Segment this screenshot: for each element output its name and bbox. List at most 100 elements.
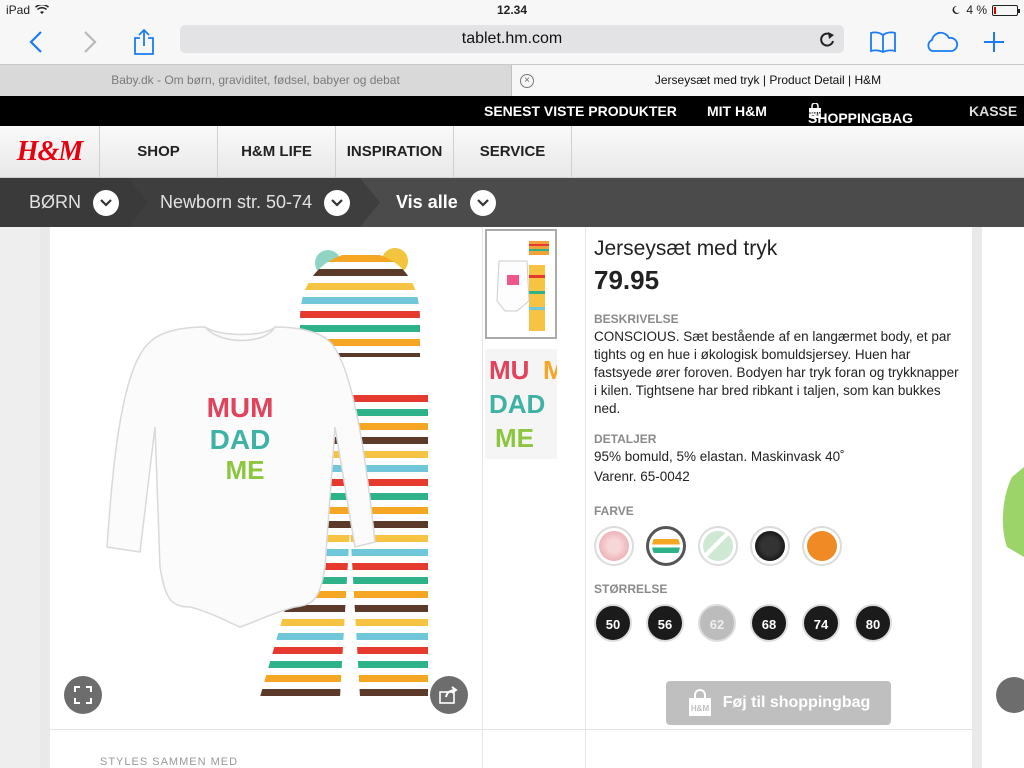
color-swatch-black[interactable]: [750, 526, 790, 566]
breadcrumb-label: BØRN: [29, 192, 82, 212]
recently-viewed-link[interactable]: SENEST VISTE PRODUKTER: [484, 103, 677, 119]
forward-icon: [84, 31, 97, 53]
styles-with-heading: STYLES SAMMEN MED: [100, 756, 239, 768]
bookmarks-button[interactable]: [867, 26, 899, 58]
expand-icon[interactable]: [996, 677, 1024, 713]
close-tab-icon[interactable]: ×: [520, 74, 534, 88]
color-swatch-mint[interactable]: [698, 526, 738, 566]
nav-hm-life[interactable]: H&M LIFE: [218, 126, 336, 177]
share-icon: [134, 28, 154, 55]
thumbnail-outfit[interactable]: [485, 229, 557, 339]
fullscreen-button[interactable]: [64, 676, 102, 714]
svg-text:ME: ME: [495, 423, 534, 453]
bookmarks-icon: [870, 31, 896, 53]
new-tab-button[interactable]: [978, 26, 1010, 58]
breadcrumb-label: Vis alle: [396, 192, 458, 212]
size-option-62: 62: [698, 604, 736, 642]
chevron-down-icon[interactable]: [324, 189, 351, 216]
address-bar[interactable]: tablet.hm.com: [180, 25, 844, 53]
size-options: 50 56 62 68 74 80: [594, 604, 964, 642]
chevron-down-icon[interactable]: [93, 189, 120, 216]
breadcrumb-separator: [360, 178, 380, 227]
add-to-bag-button[interactable]: H&M Føj til shoppingbag: [666, 681, 891, 725]
tab-baby-dk[interactable]: Baby.dk - Om børn, graviditet, fødsel, b…: [0, 65, 512, 97]
new-tab-icon: [984, 32, 1004, 52]
thumbnail-print-closeup[interactable]: MU M DAD ME: [485, 349, 565, 459]
product-price: 79.95: [594, 265, 660, 295]
chevron-down-icon[interactable]: [469, 189, 496, 216]
print-me: ME: [226, 455, 265, 485]
color-swatch-multistripe[interactable]: [646, 526, 686, 566]
product-main-image[interactable]: MUM DAD ME: [50, 227, 482, 728]
breadcrumb-separator: [128, 178, 148, 227]
battery-icon: [992, 4, 1020, 16]
breadcrumb: BØRN Newborn str. 50-74 Vis alle: [0, 178, 1024, 227]
details-materials: 95% bomuld, 5% elastan. Maskinvask 40˚: [594, 449, 845, 464]
thumbnail-strip: MU M DAD ME: [482, 227, 586, 768]
size-option-50[interactable]: 50: [594, 604, 632, 642]
nav-shop[interactable]: SHOP: [100, 126, 218, 177]
size-option-56[interactable]: 56: [646, 604, 684, 642]
svg-text:H&M: H&M: [691, 704, 710, 713]
size-heading: STØRRELSE: [594, 582, 668, 596]
shoppingbag-label: SHOPPINGBAG: [808, 110, 914, 126]
nav-service[interactable]: SERVICE: [454, 126, 572, 177]
my-hm-link[interactable]: MIT H&M: [707, 103, 767, 119]
nav-inspiration[interactable]: INSPIRATION: [336, 126, 454, 177]
thumbnail-image: MU M DAD ME: [485, 349, 565, 459]
breadcrumb-vis-alle[interactable]: Vis alle: [396, 178, 496, 227]
breadcrumb-born[interactable]: BØRN: [29, 178, 120, 227]
color-swatch-pink[interactable]: [594, 526, 634, 566]
status-time: 12.34: [496, 3, 528, 17]
product-info: Jerseysæt med tryk 79.95 BESKRIVELSE CON…: [594, 237, 964, 642]
color-heading: FARVE: [594, 504, 634, 518]
thumbnail-image: [496, 241, 549, 331]
tab-bar: Baby.dk - Om børn, graviditet, fødsel, b…: [0, 64, 1024, 97]
icloud-tabs-icon: [927, 31, 959, 52]
reload-icon[interactable]: [818, 29, 836, 49]
svg-text:M: M: [543, 355, 557, 385]
share-product-button[interactable]: [430, 676, 468, 714]
icloud-tabs-button[interactable]: [922, 26, 962, 58]
print-dad: DAD: [210, 424, 271, 455]
page: iPad 12.34 4 % tablet.hm.com Baby.dk - O…: [0, 0, 1024, 768]
browser-toolbar: tablet.hm.com: [0, 20, 1024, 64]
size-option-80[interactable]: 80: [854, 604, 892, 642]
battery-percent: 4 %: [966, 3, 987, 17]
svg-text:DAD: DAD: [489, 389, 545, 419]
shoppingbag-link[interactable]: H&M SHOPPINGBAG: [808, 103, 913, 126]
description-heading: BESKRIVELSE: [594, 312, 679, 326]
share-arrow-icon: [439, 686, 458, 704]
description-text: CONSCIOUS. Sæt bestående af en langærmet…: [594, 329, 959, 416]
tab-label: Jerseysæt med tryk | Product Detail | H&…: [654, 73, 882, 87]
checkout-link[interactable]: KASSE: [969, 103, 1017, 119]
tab-label: Baby.dk - Om børn, graviditet, fødsel, b…: [111, 73, 400, 87]
forward-button[interactable]: [74, 26, 106, 58]
next-product-peek[interactable]: [982, 227, 1024, 768]
color-swatches: [594, 526, 964, 566]
share-button[interactable]: [128, 26, 160, 58]
back-button[interactable]: [20, 26, 52, 58]
size-option-74[interactable]: 74: [802, 604, 840, 642]
svg-text:MU: MU: [489, 355, 529, 385]
color-swatch-orange[interactable]: [802, 526, 842, 566]
hm-logo[interactable]: H&M: [0, 126, 100, 177]
divider: [50, 729, 972, 730]
breadcrumb-label: Newborn str. 50-74: [160, 192, 313, 212]
tab-hm-product[interactable]: × Jerseysæt med tryk | Product Detail | …: [512, 65, 1024, 97]
main-nav: H&M SHOP H&M LIFE INSPIRATION SERVICE: [0, 126, 1024, 178]
back-icon: [29, 31, 42, 53]
product-title: Jerseysæt med tryk: [594, 237, 778, 260]
size-option-68[interactable]: 68: [750, 604, 788, 642]
shopping-bag-icon: H&M: [688, 689, 711, 716]
moon-icon: [952, 5, 961, 14]
url-text: tablet.hm.com: [461, 30, 563, 47]
details-heading: DETALJER: [594, 432, 657, 446]
status-bar: iPad 12.34 4 %: [0, 0, 1024, 20]
expand-icon: [74, 686, 92, 704]
add-to-bag-label: Føj til shoppingbag: [722, 694, 871, 711]
hm-top-bar: SENEST VISTE PRODUKTER MIT H&M H&M SHOPP…: [0, 96, 1024, 126]
breadcrumb-newborn[interactable]: Newborn str. 50-74: [160, 178, 351, 227]
print-mum: MUM: [207, 392, 274, 423]
details-article-number: Varenr. 65-0042: [594, 469, 690, 484]
